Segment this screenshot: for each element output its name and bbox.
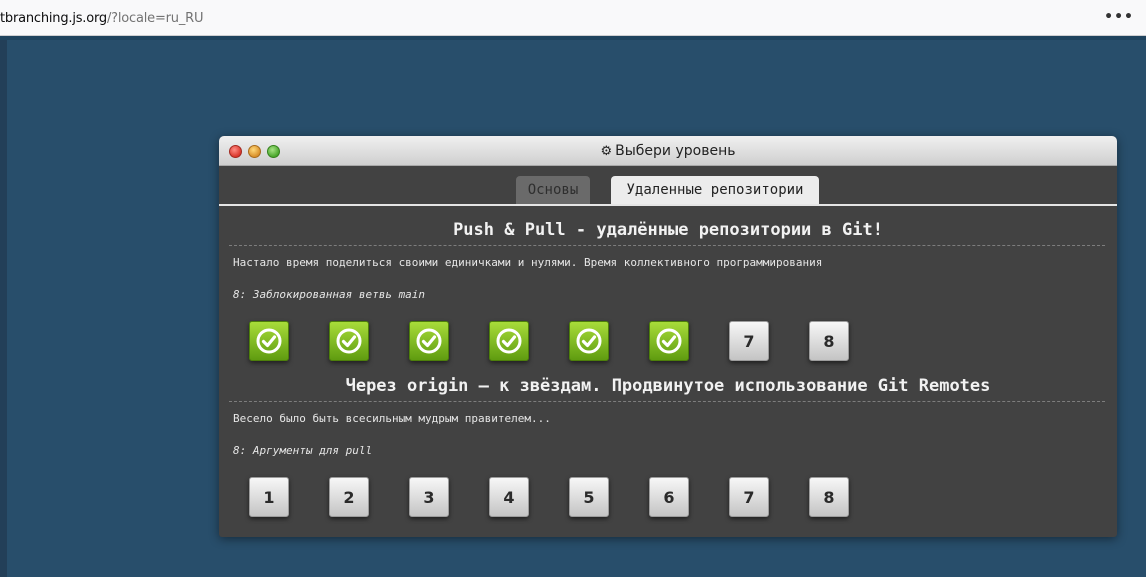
next-level-label: 8: Заблокированная ветвь main [233,288,426,301]
tab-remote[interactable]: Удаленные репозитории [611,176,819,205]
section-description: Весело было быть всесильным мудрым прави… [233,412,551,425]
toolbar-divider [0,36,1146,40]
url-text[interactable]: tbranching.js.org/?locale=ru_RU [0,11,203,26]
level-button-4[interactable]: 4 [489,477,529,517]
section-description: Настало время поделиться своими единичка… [233,256,823,269]
page-actions-menu-icon[interactable]: ••• [1104,9,1134,25]
level-button-2[interactable] [329,321,369,361]
level-number: 4 [503,487,515,507]
level-button-5[interactable] [569,321,609,361]
level-button-2[interactable]: 2 [329,477,369,517]
tab-underline [219,204,1117,206]
level-tabs: Основы Удаленные репозитории [219,176,1117,206]
checkmark-icon [576,328,602,354]
window-title-text: Выбери уровень [615,143,736,159]
level-grid: 78 [249,321,889,363]
section-divider [229,401,1105,402]
checkmark-icon [496,328,522,354]
level-button-3[interactable]: 3 [409,477,449,517]
level-button-7[interactable]: 7 [729,321,769,361]
level-number: 8 [823,487,835,507]
checkmark-icon [256,328,282,354]
section-title: Push & Pull - удалённые репозитории в Gi… [453,220,883,240]
level-number: 1 [263,487,275,507]
left-edge-shade [0,40,7,577]
level-button-8[interactable]: 8 [809,477,849,517]
level-grid: 1 2 3 4 5 6 7 8 [249,477,889,519]
section-title: Через origin – к звёздам. Продвинутое ис… [345,376,991,396]
url-path: /?locale=ru_RU [106,11,204,26]
level-button-4[interactable] [489,321,529,361]
level-button-1[interactable]: 1 [249,477,289,517]
next-level-label: 8: Аргументы для pull [233,444,373,457]
level-number: 8 [823,331,835,351]
tab-basics[interactable]: Основы [516,176,590,205]
browser-url-bar[interactable]: tbranching.js.org/?locale=ru_RU ••• [0,0,1146,36]
level-number: 2 [343,487,355,507]
window-title: ⚙ Выбери уровень [219,143,1117,159]
level-number: 5 [583,487,595,507]
level-button-7[interactable]: 7 [729,477,769,517]
level-number: 7 [743,487,755,507]
level-button-6[interactable] [649,321,689,361]
level-button-6[interactable]: 6 [649,477,689,517]
level-button-3[interactable] [409,321,449,361]
gear-icon: ⚙ [600,144,613,159]
level-number: 3 [423,487,435,507]
checkmark-icon [656,328,682,354]
level-number: 6 [663,487,675,507]
section-divider [229,245,1105,246]
url-domain: tbranching.js.org [0,11,107,26]
level-number: 7 [743,331,755,351]
level-button-1[interactable] [249,321,289,361]
level-button-8[interactable]: 8 [809,321,849,361]
checkmark-icon [416,328,442,354]
level-select-window: ⚙ Выбери уровень Основы Удаленные репозит… [219,136,1117,537]
window-titlebar[interactable]: ⚙ Выбери уровень [219,136,1117,166]
checkmark-icon [336,328,362,354]
level-button-5[interactable]: 5 [569,477,609,517]
